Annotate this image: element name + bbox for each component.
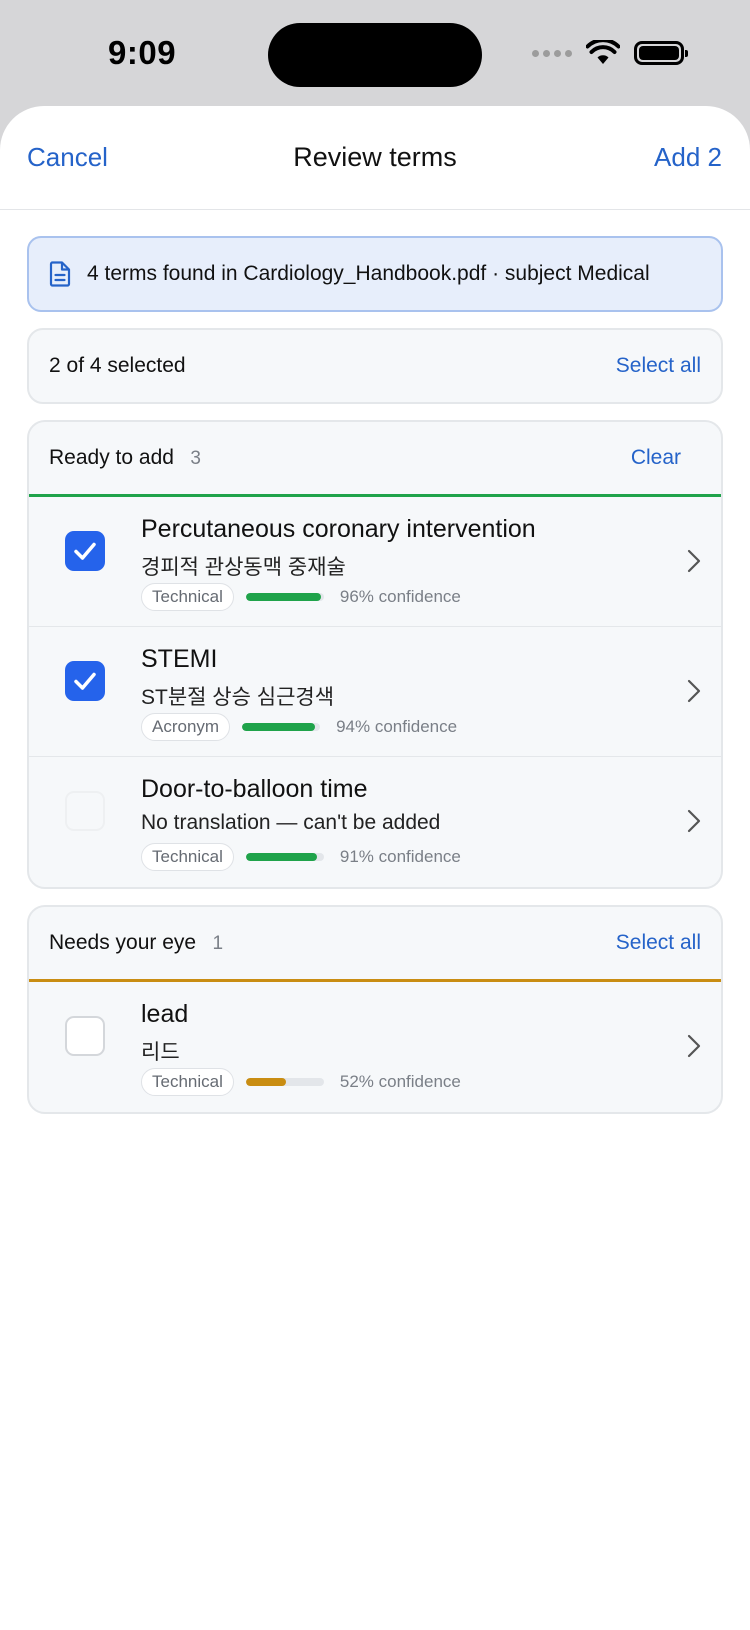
add-button[interactable]: Add 2	[654, 142, 722, 173]
selection-summary: 2 of 4 selected Select all	[27, 328, 723, 404]
confidence-label: 91% confidence	[339, 847, 461, 866]
term-checkbox[interactable]	[65, 531, 105, 571]
confidence-bar-fill	[245, 593, 321, 601]
chevron-right-icon[interactable]	[687, 1034, 701, 1058]
select-all-button[interactable]: Select all	[616, 354, 701, 378]
chevron-right-icon[interactable]	[687, 679, 701, 703]
group-title: Ready to add	[49, 446, 174, 469]
battery-icon	[634, 41, 688, 65]
confidence-bar-fill	[245, 1078, 287, 1086]
chevron-right-icon[interactable]	[687, 549, 701, 573]
chevron-right-icon[interactable]	[687, 809, 701, 833]
term-translation: 경피적 관상동맥 중재술	[141, 556, 346, 579]
term-meta: Technical 96% confidence	[141, 583, 461, 611]
confidence-label: 96% confidence	[339, 587, 461, 606]
confidence-bar	[245, 853, 324, 861]
term-translation: 리드	[141, 1041, 180, 1064]
content: 4 terms found in Cardiology_Handbook.pdf…	[0, 210, 750, 1114]
status-bar: 9:09	[0, 0, 750, 106]
term-text: STEMI	[141, 645, 218, 673]
document-icon	[49, 261, 71, 287]
checkmark-icon	[74, 542, 96, 560]
term-type-tag: Technical	[141, 843, 234, 871]
term-meta: Acronym 94% confidence	[141, 713, 457, 741]
term-checkbox-disabled	[65, 791, 105, 831]
group-count: 3	[190, 448, 201, 469]
term-type-tag: Technical	[141, 583, 234, 611]
term-text: Percutaneous coronary intervention	[141, 515, 536, 543]
select-all-group-button[interactable]: Select all	[616, 931, 701, 955]
info-banner: 4 terms found in Cardiology_Handbook.pdf…	[27, 236, 723, 312]
group-header: Ready to add 3 Clear	[29, 422, 721, 497]
clear-button[interactable]: Clear	[631, 446, 681, 470]
term-row[interactable]: STEMI ST분절 상승 심근경색 Acronym 94% confidenc…	[29, 627, 721, 757]
dynamic-island	[268, 23, 482, 87]
confidence-bar	[245, 1078, 324, 1086]
banner-text: 4 terms found in Cardiology_Handbook.pdf…	[87, 262, 650, 285]
group-ready-to-add: Ready to add 3 Clear Percutaneous corona…	[27, 420, 723, 889]
term-checkbox[interactable]	[65, 1016, 105, 1056]
confidence-bar	[242, 723, 321, 731]
checkmark-icon	[74, 672, 96, 690]
confidence-bar-fill	[245, 853, 317, 861]
term-type-tag: Acronym	[141, 713, 231, 741]
term-translation: No translation — can't be added	[141, 811, 441, 834]
signal-icon	[532, 49, 572, 57]
confidence-bar	[245, 593, 324, 601]
term-row[interactable]: Door-to-balloon time No translation — ca…	[29, 757, 721, 887]
term-meta: Technical 52% confidence	[141, 1068, 461, 1096]
wifi-icon	[586, 40, 620, 64]
selection-count: 2 of 4 selected	[49, 354, 186, 377]
term-text: lead	[141, 1000, 189, 1028]
nav-bar: Cancel Review terms Add 2	[0, 106, 750, 210]
term-type-tag: Technical	[141, 1068, 234, 1096]
group-header: Needs your eye 1 Select all	[29, 907, 721, 982]
term-text: Door-to-balloon time	[141, 775, 368, 803]
status-time: 9:09	[108, 34, 177, 71]
term-checkbox[interactable]	[65, 661, 105, 701]
group-needs-your-eye: Needs your eye 1 Select all lead 리드 Tech…	[27, 905, 723, 1114]
term-meta: Technical 91% confidence	[141, 843, 461, 871]
page-title: Review terms	[293, 142, 457, 172]
review-sheet: Cancel Review terms Add 2 4 terms found …	[0, 106, 750, 1630]
term-row[interactable]: Percutaneous coronary intervention 경피적 관…	[29, 497, 721, 627]
group-count: 1	[212, 933, 224, 954]
confidence-label: 52% confidence	[339, 1072, 461, 1091]
status-icons	[532, 40, 688, 66]
confidence-label: 94% confidence	[336, 717, 458, 736]
term-row[interactable]: lead 리드 Technical 52% confidence	[29, 982, 721, 1112]
term-translation: ST분절 상승 심근경색	[141, 686, 335, 709]
confidence-bar-fill	[242, 723, 316, 731]
group-title: Needs your eye	[49, 931, 197, 954]
